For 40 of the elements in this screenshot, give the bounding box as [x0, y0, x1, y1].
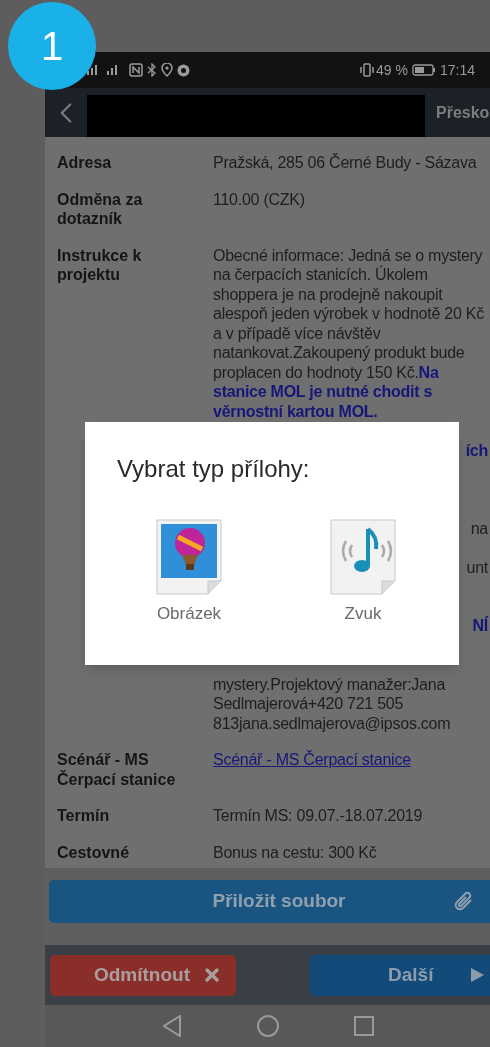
scenario-link[interactable]: Scénář - MS Čerpací stanice: [213, 751, 411, 768]
battery-percent: 49 %: [376, 60, 408, 80]
step-badge: 1: [8, 2, 96, 90]
reject-button[interactable]: Odmítnout: [50, 954, 236, 996]
battery-icon: [411, 64, 436, 76]
close-icon: [202, 965, 222, 985]
home-nav-icon[interactable]: [257, 1015, 279, 1037]
dialog-title: Vybrat typ přílohy:: [117, 454, 310, 484]
bluetooth-icon: [147, 63, 157, 77]
detail-label: Cestovné: [56, 842, 131, 862]
attach-file-button[interactable]: Přiložit soubor: [49, 880, 490, 923]
detail-label: Adresa: [56, 153, 113, 173]
back-nav-icon[interactable]: [162, 1015, 182, 1037]
clock: 17:14: [439, 60, 475, 80]
instructions-fragment: NÍ: [472, 616, 488, 636]
instructions-text: mystery.Projektový manažer:Jana Sedlmajerová+420 721 505 813jana.sedlmajerova@ipsos.com: [213, 674, 452, 733]
next-button[interactable]: Další: [310, 954, 490, 996]
detail-value: 110.00 (CZK): [213, 190, 305, 208]
instructions-text: Obecné informace: Jedná se o mystery na čerpacích stanicích. Úkolem shoppera je na prodejně nakoupit alespoň jeden výrobek v hodnotě 20 Kč a v případě více návštěv natankovat.Zakoupený produkt bude proplacen do hodnoty 150 Kč.Na stanice MOL je nutné chodit s věrnostní kartou MOL.: [213, 245, 485, 421]
detail-label: Instrukce k projektu: [56, 245, 143, 285]
skip-link[interactable]: Přesko: [436, 100, 490, 125]
instructions-fragment: ích: [465, 440, 488, 460]
attachment-option[interactable]: Obrázek: [122, 519, 256, 627]
location-icon: [161, 63, 173, 77]
detail-value: Termín MS: 09.07.-18.07.2019: [213, 807, 423, 824]
nfc-icon: [129, 63, 143, 77]
vibrate-icon: [360, 63, 375, 77]
play-icon: [471, 968, 485, 982]
image-file-icon: [156, 519, 222, 595]
recents-nav-icon[interactable]: [354, 1016, 374, 1036]
instructions-fragment: na: [470, 518, 488, 538]
detail-value: Pražská, 285 06 Černé Budy - Sázava: [213, 154, 477, 171]
music-file-icon: [330, 519, 396, 595]
browser-icon: [177, 63, 190, 77]
detail-value: Bonus na cestu: 300 Kč: [213, 843, 377, 861]
detail-label: Scénář - MS Čerpací stanice: [56, 750, 177, 789]
attachment-option[interactable]: Zvuk: [296, 519, 430, 627]
detail-label: Odměna za dotazník: [56, 189, 144, 229]
detail-label: Termín: [56, 806, 111, 826]
instructions-fragment: unt: [466, 557, 488, 577]
